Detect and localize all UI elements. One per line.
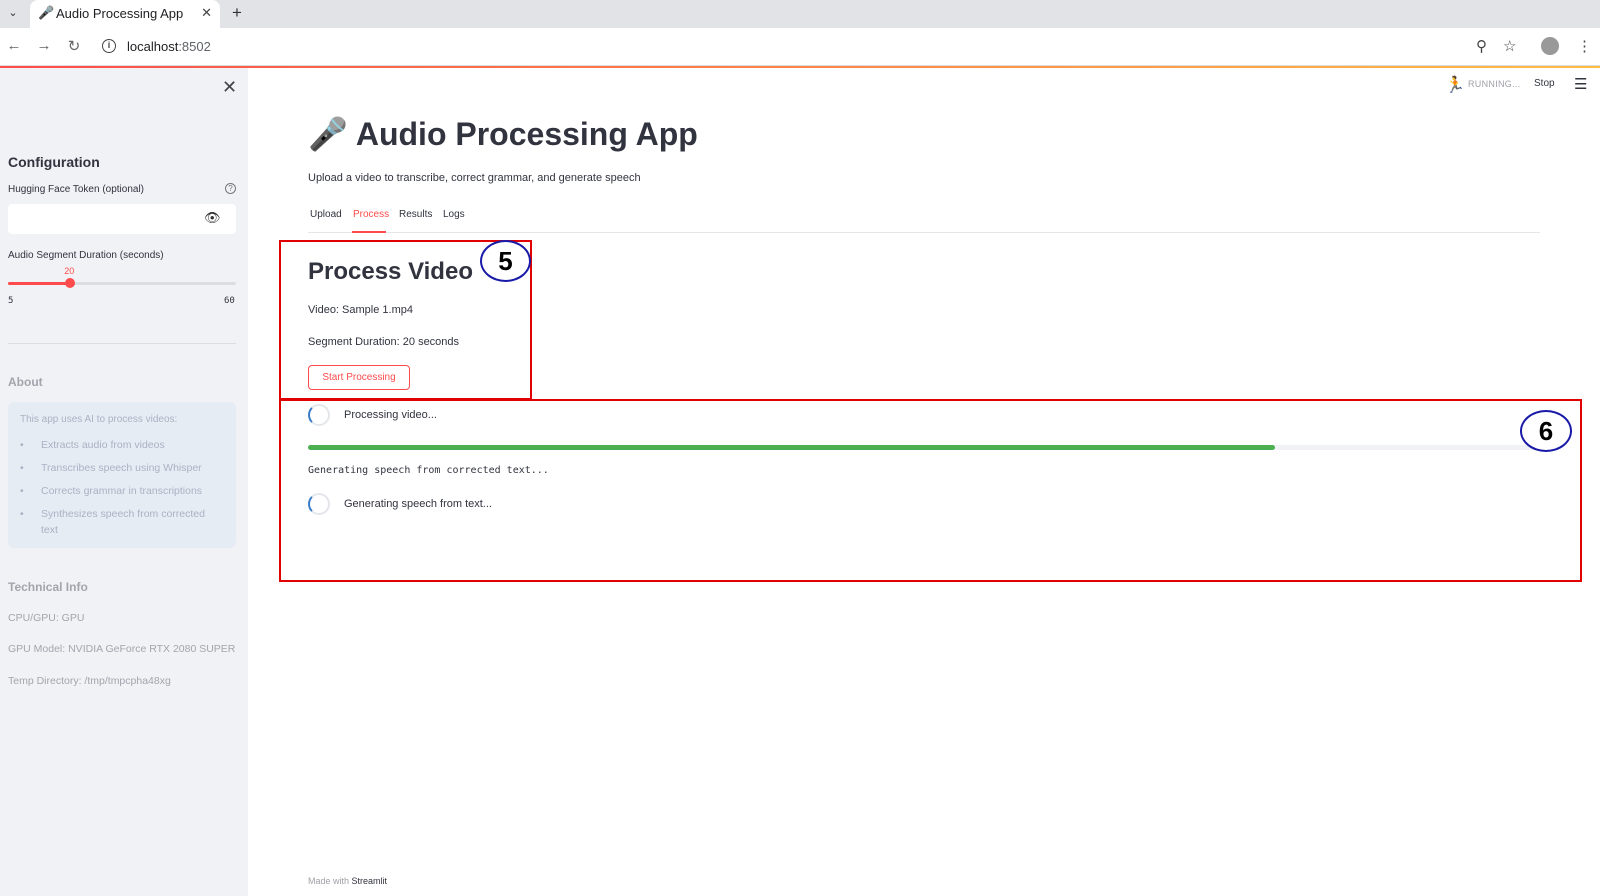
tech-info-heading: Technical Info [8, 580, 88, 594]
segment-duration-label: Audio Segment Duration (seconds) [8, 250, 164, 261]
about-heading: About [8, 375, 43, 389]
hamburger-menu-icon[interactable]: ☰ [1574, 75, 1587, 93]
help-icon[interactable]: ? [225, 183, 236, 194]
site-info-icon[interactable]: i [102, 39, 116, 53]
new-tab-icon[interactable]: + [232, 3, 242, 23]
active-tab-indicator [352, 231, 386, 233]
tab-upload[interactable]: Upload [310, 209, 342, 220]
tab-logs[interactable]: Logs [443, 209, 465, 220]
slider-fill [8, 282, 71, 285]
about-item: Corrects grammar in transcriptions [20, 483, 224, 499]
token-input[interactable] [8, 204, 236, 234]
bookmark-star-icon[interactable]: ☆ [1503, 37, 1516, 55]
profile-avatar[interactable] [1541, 37, 1559, 55]
token-label: Hugging Face Token (optional) [8, 184, 145, 195]
annotation-box-6 [279, 399, 1582, 582]
zoom-icon[interactable]: ⚲ [1476, 37, 1487, 55]
tab-process[interactable]: Process [353, 209, 389, 220]
tab-title: Audio Processing App [56, 6, 184, 21]
tech-gpu-model: GPU Model: NVIDIA GeForce RTX 2080 SUPER [8, 643, 236, 655]
tab-favicon-icon: 🎤 [38, 5, 55, 20]
tech-device: CPU/GPU: GPU [8, 612, 85, 624]
slider-value: 20 [64, 266, 75, 276]
footer: Made with Streamlit [308, 876, 388, 886]
address-bar[interactable]: localhost:8502 [127, 39, 211, 54]
about-intro: This app uses AI to process videos: [20, 414, 178, 425]
segment-duration-slider[interactable] [8, 278, 236, 288]
about-list: Extracts audio from videos Transcribes s… [20, 437, 224, 538]
sidebar-heading: Configuration [8, 154, 100, 170]
browser-tabstrip: ⌄ 🎤 Audio Processing App ✕ + [0, 0, 1600, 28]
annotation-badge-6: 6 [1520, 410, 1572, 452]
annotation-badge-5: 5 [480, 240, 531, 282]
sidebar-divider [8, 343, 236, 344]
page-subtitle: Upload a video to transcribe, correct gr… [308, 172, 641, 184]
browser-toolbar: ← → ↻ i localhost:8502 ⚲ ☆ ⋮ [0, 28, 1600, 66]
tab-search-chevron-icon[interactable]: ⌄ [4, 4, 22, 22]
slider-min: 5 [8, 296, 14, 306]
microphone-icon: 🎤 [308, 116, 348, 152]
tech-temp-dir: Temp Directory: /tmp/tmpcpha48xg [8, 675, 171, 687]
sidebar-close-icon[interactable]: ✕ [222, 77, 237, 98]
running-man-icon: 🏃 [1445, 77, 1465, 94]
tab-close-icon[interactable]: ✕ [201, 5, 212, 21]
back-icon[interactable]: ← [4, 37, 24, 54]
show-password-eye-icon[interactable]: 👁 [204, 210, 221, 226]
browser-menu-icon[interactable]: ⋮ [1577, 37, 1592, 55]
tab-bar: Upload Process Results Logs [308, 205, 1540, 233]
running-status: RUNNING... [1468, 79, 1521, 89]
about-info-box: This app uses AI to process videos: Extr… [8, 402, 236, 548]
browser-tab[interactable]: 🎤 Audio Processing App ✕ [30, 0, 220, 28]
stop-button[interactable]: Stop [1534, 78, 1555, 89]
streamlit-link[interactable]: Streamlit [352, 876, 388, 886]
forward-icon[interactable]: → [34, 37, 54, 54]
reload-icon[interactable]: ↻ [64, 37, 84, 55]
sidebar: ✕ Configuration Hugging Face Token (opti… [0, 68, 248, 896]
slider-thumb[interactable] [65, 278, 76, 288]
about-item: Extracts audio from videos [20, 437, 224, 453]
slider-max: 60 [224, 296, 235, 306]
about-item: Synthesizes speech from corrected text [20, 506, 224, 538]
about-item: Transcribes speech using Whisper [20, 460, 224, 476]
page-title: 🎤 Audio Processing App [308, 116, 698, 152]
tab-results[interactable]: Results [399, 209, 432, 220]
